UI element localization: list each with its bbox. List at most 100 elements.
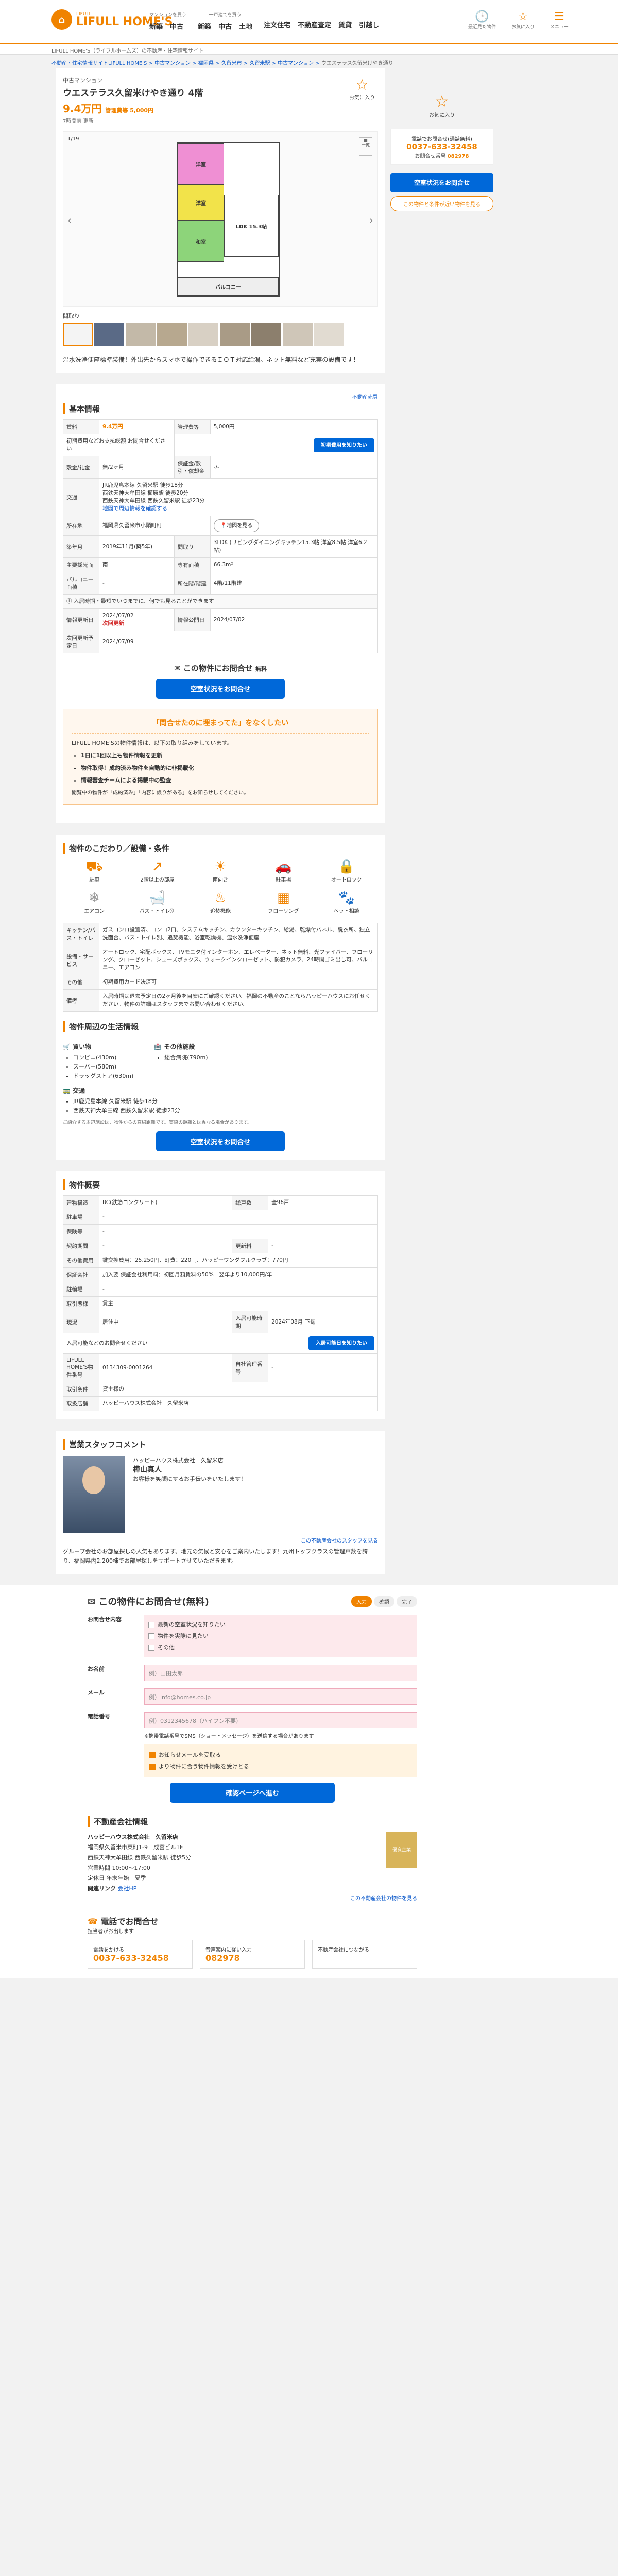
step-label: 不動産会社につながる xyxy=(318,1947,369,1953)
spec-key: 交通 xyxy=(63,478,99,516)
checkbox[interactable] xyxy=(148,1622,154,1628)
checkbox[interactable] xyxy=(149,1764,156,1770)
feature-icon: 🚗 xyxy=(275,859,292,874)
agency-holiday: 定休日 年末年始 夏季 xyxy=(88,1875,146,1882)
contact-button[interactable]: 空室状況をお問合せ xyxy=(156,1131,285,1151)
move-in-date-button[interactable]: 入居可能日を知りたい xyxy=(308,1336,374,1350)
spec-value: 入居時期は退去予定日の2ヶ月後を目安にご確認ください。福岡の不動産のことならハッ… xyxy=(99,989,378,1012)
checkbox[interactable] xyxy=(148,1633,154,1639)
option-row[interactable]: 最新の空室状況を知りたい xyxy=(148,1619,413,1631)
opt-mail-row[interactable]: お知らせメールを受取る xyxy=(149,1750,412,1761)
favorite-button[interactable]: ☆ お気に入り xyxy=(344,76,380,101)
nav-item-assessment[interactable]: 不動産査定 xyxy=(298,20,331,29)
photo-gallery[interactable]: 1/19 ▦ 一覧 ‹ › 洋室 洋室 LDK 15.3帖 和室 バルコニー xyxy=(63,131,378,307)
side-favorite-label: お気に入り xyxy=(429,113,455,118)
favorite-label: お気に入り xyxy=(349,95,375,101)
contact-button[interactable]: 空室状況をお問合せ xyxy=(156,679,285,699)
agency-title: 不動産会社情報 xyxy=(88,1816,417,1827)
thumbnail[interactable] xyxy=(94,323,124,346)
nav-item-custom-house[interactable]: 注文住宅 xyxy=(264,20,290,29)
nav-item-new-mansion[interactable]: 新築 xyxy=(149,21,163,31)
thumbnail[interactable] xyxy=(126,323,156,346)
thumbnail[interactable] xyxy=(314,323,344,346)
step-label: 電話をかける xyxy=(93,1947,124,1953)
spec-key: 入居可能時期 xyxy=(232,1311,269,1333)
banner-title: 「問合せたのに埋まってた」をなくしたい xyxy=(72,718,369,734)
info-icon: ⓘ xyxy=(66,598,72,604)
option-row[interactable]: 物件を実際に見たい xyxy=(148,1631,413,1642)
floorplan-room: バルコニー xyxy=(178,277,279,296)
breadcrumb-link[interactable]: 不動産・住宅情報サイトLIFULL HOME'S xyxy=(52,61,147,66)
gallery-list-button[interactable]: ▦ 一覧 xyxy=(359,137,372,156)
checkbox[interactable] xyxy=(149,1752,156,1758)
nav-item-moving[interactable]: 引越し xyxy=(359,20,379,29)
gallery-count: 1/19 xyxy=(67,136,79,142)
breadcrumb-link[interactable]: 中古マンション xyxy=(154,61,191,66)
breadcrumb-link[interactable]: 福岡県 xyxy=(198,61,214,66)
spec-value: - xyxy=(268,1353,378,1382)
chevron-left-icon[interactable]: ‹ xyxy=(67,214,72,227)
thumbnail[interactable] xyxy=(63,323,93,346)
thumbnail[interactable] xyxy=(220,323,250,346)
tel-caption: 電話でお問合せ(通話無料) xyxy=(411,137,472,142)
map-button[interactable]: 📍地図を見る xyxy=(213,519,260,532)
map-surroundings-link[interactable]: 地図で周辺情報を確認する xyxy=(102,505,167,512)
favorites-button[interactable]: ☆ お気に入り xyxy=(511,10,535,30)
initial-cost-button[interactable]: 初期費用を知りたい xyxy=(314,438,374,452)
email-field[interactable]: 例）info@homes.co.jp xyxy=(144,1688,417,1705)
spec-value: - xyxy=(268,1239,378,1253)
side-favorite-button[interactable]: ☆ お気に入り xyxy=(390,93,493,118)
nav-group-house: 一戸建てを買う 新築 中古 土地 xyxy=(198,11,252,31)
feature-icon: ❄ xyxy=(89,890,100,906)
spec-value: 4階/11階建 xyxy=(210,572,379,595)
submit-button[interactable]: 確認ページへ進む xyxy=(170,1783,335,1803)
thumbnail[interactable] xyxy=(188,323,218,346)
spec-key: 情報更新日 xyxy=(63,608,99,631)
nav-item-land[interactable]: 土地 xyxy=(239,21,252,31)
tel-number[interactable]: 0037-633-32458 xyxy=(396,142,488,151)
spec-key: 自社管理番号 xyxy=(232,1353,269,1382)
spec-key: 総戸数 xyxy=(232,1195,269,1210)
floorplan-image: 洋室 洋室 LDK 15.3帖 和室 バルコニー xyxy=(177,142,280,297)
logo-mark-icon: ⌂ xyxy=(52,9,72,30)
spec-value: 鍵交換費用：25,250円、町費：220円、ハッピーワンダフルクラブ：770円 xyxy=(99,1253,378,1268)
spec-key: 取引条件 xyxy=(63,1382,99,1397)
traffic-title: 交通 xyxy=(73,1087,85,1094)
step: 確認 xyxy=(374,1596,394,1607)
tel-number[interactable]: 0037-633-32458 xyxy=(93,1953,169,1963)
staff-link[interactable]: この不動産会社のスタッフを見る xyxy=(301,1538,378,1544)
shop-item: コンビニ(430m) xyxy=(73,1053,133,1062)
map-pin-icon: 📍 xyxy=(220,523,227,529)
breadcrumb-link[interactable]: 中古マンション xyxy=(278,61,314,66)
feature-item: ❄ エアコン xyxy=(63,890,126,914)
chevron-right-icon[interactable]: › xyxy=(369,214,373,227)
nav-item-used-house[interactable]: 中古 xyxy=(218,21,232,31)
agency-home-link[interactable]: 会社HP xyxy=(118,1885,137,1892)
menu-button[interactable]: ☰ メニュー xyxy=(550,10,569,30)
side-contact-button[interactable]: 空室状況をお問合せ xyxy=(390,173,493,192)
nav-item-rent[interactable]: 賃貸 xyxy=(338,20,352,29)
option-row[interactable]: その他 xyxy=(148,1642,413,1653)
basic-top-link[interactable]: 不動産売買 xyxy=(352,395,378,400)
nav-item-used-mansion[interactable]: 中古 xyxy=(170,21,183,31)
question-label: お問合せ内容 xyxy=(88,1616,122,1623)
main-column: 中古マンション ウエステラス久留米けやき通り 4階 9.4万円 管理費等 5,0… xyxy=(56,68,385,1574)
nav-item-new-house[interactable]: 新築 xyxy=(198,21,211,31)
tel-field[interactable]: 例）0312345678（ハイフン不要） xyxy=(144,1712,417,1728)
agency-listings-link[interactable]: この不動産会社の物件を見る xyxy=(350,1896,417,1902)
thumbnail[interactable] xyxy=(157,323,187,346)
map-button-label: 地図を見る xyxy=(227,523,253,529)
side-similar-link[interactable]: この物件と条件が近い物件を見る xyxy=(390,196,493,211)
thumbnail[interactable] xyxy=(251,323,281,346)
feature-item: 🔒 オートロック xyxy=(315,859,378,883)
favorites-label: お気に入り xyxy=(511,25,535,30)
name-field[interactable]: 例）山田太郎 xyxy=(144,1665,417,1681)
breadcrumb-link[interactable]: 久留米駅 xyxy=(249,61,270,66)
spec-value: 0134309-0001264 xyxy=(98,1353,233,1382)
agency-station: 西鉄天神大牟田線 西鉄久留米駅 徒歩5分 xyxy=(88,1854,191,1861)
thumbnail[interactable] xyxy=(283,323,313,346)
recent-button[interactable]: 🕒 最近見た物件 xyxy=(468,10,496,30)
breadcrumb-link[interactable]: 久留米市 xyxy=(221,61,242,66)
opt-more-row[interactable]: より物件に合う物件情報を受けとる xyxy=(149,1761,412,1772)
checkbox[interactable] xyxy=(148,1645,154,1651)
